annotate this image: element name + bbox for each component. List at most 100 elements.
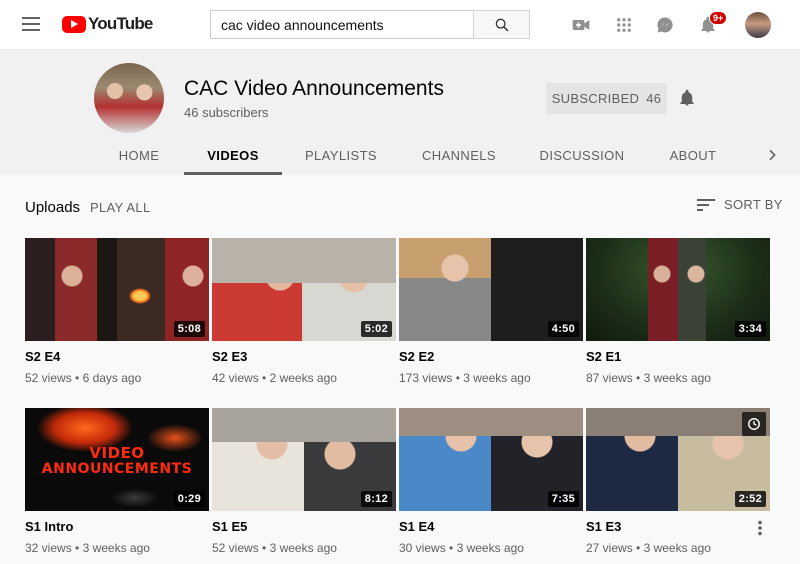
watch-later-button[interactable] (742, 412, 766, 436)
video-action-menu-button[interactable] (757, 520, 763, 541)
video-duration: 5:02 (360, 321, 392, 337)
video-thumbnail[interactable]: 4:50 (399, 238, 583, 341)
video-meta: 52 views • 6 days ago (25, 371, 142, 385)
video-duration: 7:35 (547, 491, 579, 507)
video-duration: 0:29 (173, 491, 205, 507)
video-duration: 2:52 (734, 491, 766, 507)
messages-icon (657, 17, 673, 33)
play-all-button[interactable]: PLAY ALL (90, 200, 150, 215)
masthead: YouTube 9+ (0, 0, 800, 50)
tabs-scroll-right-button[interactable] (764, 147, 780, 168)
shelf-title: Uploads (25, 199, 81, 216)
video-age: 3 weeks ago (82, 541, 150, 555)
video-thumbnail[interactable]: 8:12 (212, 408, 396, 511)
channel-header: CAC Video Announcements 46 subscribers S… (0, 50, 800, 175)
thumbnail-overlay-line2: ANNOUNCEMENTS (41, 461, 193, 477)
video-age: 3 weeks ago (643, 541, 711, 555)
tab-discussion[interactable]: DISCUSSION (535, 135, 629, 175)
sort-icon (697, 198, 715, 211)
video-views: 52 views (25, 371, 72, 385)
video-title[interactable]: S2 E3 (212, 349, 247, 364)
video-card: 8:12 S1 E5 52 views • 3 weeks ago (212, 408, 396, 555)
video-views: 173 views (399, 371, 453, 385)
video-age: 3 weeks ago (643, 371, 711, 385)
video-card: 2:52 S1 E3 27 views • 3 weeks ago (586, 408, 770, 555)
video-card: 5:02 S2 E3 42 views • 2 weeks ago (212, 238, 396, 385)
youtube-play-icon (62, 15, 86, 33)
video-age: 3 weeks ago (463, 371, 531, 385)
subscriber-count: 46 subscribers (184, 105, 269, 120)
video-duration: 8:12 (360, 491, 392, 507)
video-meta: 32 views • 3 weeks ago (25, 541, 150, 555)
video-meta: 42 views • 2 weeks ago (212, 371, 337, 385)
video-thumbnail[interactable]: 3:34 (586, 238, 770, 341)
video-camera-icon (572, 20, 590, 30)
search-button[interactable] (473, 10, 530, 39)
tab-videos[interactable]: VIDEOS (184, 135, 282, 175)
video-title[interactable]: S2 E4 (25, 349, 60, 364)
video-duration: 3:34 (734, 321, 766, 337)
messages-button[interactable] (654, 14, 676, 36)
video-thumbnail[interactable]: 5:08 (25, 238, 209, 341)
video-title[interactable]: S1 Intro (25, 519, 73, 534)
video-card: 7:35 S1 E4 30 views • 3 weeks ago (399, 408, 583, 555)
bell-icon (680, 89, 694, 106)
video-views: 42 views (212, 371, 259, 385)
create-video-button[interactable] (570, 14, 592, 36)
channel-tabs: HOME VIDEOS PLAYLISTS CHANNELS DISCUSSIO… (0, 135, 800, 175)
search-box (210, 10, 474, 39)
video-title[interactable]: S1 E5 (212, 519, 247, 534)
search-input[interactable] (211, 11, 474, 38)
menu-icon[interactable] (22, 17, 40, 31)
watch-later-icon (748, 418, 760, 430)
video-card: 4:50 S2 E2 173 views • 3 weeks ago (399, 238, 583, 385)
youtube-logo[interactable]: YouTube (62, 13, 153, 35)
video-views: 30 views (399, 541, 446, 555)
video-title[interactable]: S2 E2 (399, 349, 434, 364)
video-meta: 87 views • 3 weeks ago (586, 371, 711, 385)
channel-avatar[interactable] (94, 63, 164, 133)
video-meta: 27 views • 3 weeks ago (586, 541, 711, 555)
video-card: 3:34 S2 E1 87 views • 3 weeks ago (586, 238, 770, 385)
video-title[interactable]: S1 E4 (399, 519, 434, 534)
more-vert-icon (758, 520, 762, 536)
video-views: 32 views (25, 541, 72, 555)
video-meta: 30 views • 3 weeks ago (399, 541, 524, 555)
chevron-right-icon (769, 149, 776, 161)
video-thumbnail[interactable]: 5:02 (212, 238, 396, 341)
video-views: 27 views (586, 541, 633, 555)
video-meta: 52 views • 3 weeks ago (212, 541, 337, 555)
video-thumbnail[interactable]: 7:35 (399, 408, 583, 511)
channel-notifications-button[interactable] (678, 88, 696, 113)
video-meta: 173 views • 3 weeks ago (399, 371, 531, 385)
subscribed-count: 46 (646, 91, 662, 106)
notification-badge: 9+ (709, 11, 728, 25)
video-card: VIDEO ANNOUNCEMENTS 0:29 S1 Intro 32 vie… (25, 408, 209, 555)
tab-about[interactable]: ABOUT (660, 135, 726, 175)
sort-by-button[interactable]: SORT BY (697, 197, 783, 212)
sort-by-label: SORT BY (724, 197, 783, 212)
video-views: 87 views (586, 371, 633, 385)
channel-title: CAC Video Announcements (184, 77, 444, 100)
tab-playlists[interactable]: PLAYLISTS (297, 135, 385, 175)
tab-channels[interactable]: CHANNELS (414, 135, 504, 175)
video-age: 3 weeks ago (269, 541, 337, 555)
tab-home[interactable]: HOME (108, 135, 170, 175)
logo-text: YouTube (88, 14, 153, 33)
video-thumbnail[interactable]: 2:52 (586, 408, 770, 511)
subscribed-button[interactable]: SUBSCRIBED 46 (546, 83, 667, 114)
account-avatar[interactable] (745, 12, 771, 38)
apps-button[interactable] (613, 14, 635, 36)
video-duration: 4:50 (547, 321, 579, 337)
video-title[interactable]: S1 E3 (586, 519, 621, 534)
video-card: 5:08 S2 E4 52 views • 6 days ago (25, 238, 209, 385)
search-icon (495, 18, 509, 32)
video-age: 6 days ago (82, 371, 142, 385)
video-views: 52 views (212, 541, 259, 555)
video-age: 2 weeks ago (269, 371, 337, 385)
video-thumbnail[interactable]: VIDEO ANNOUNCEMENTS 0:29 (25, 408, 209, 511)
video-duration: 5:08 (173, 321, 205, 337)
video-title[interactable]: S2 E1 (586, 349, 621, 364)
thumbnail-overlay-line1: VIDEO (89, 444, 145, 462)
subscribed-label: SUBSCRIBED (551, 91, 640, 106)
